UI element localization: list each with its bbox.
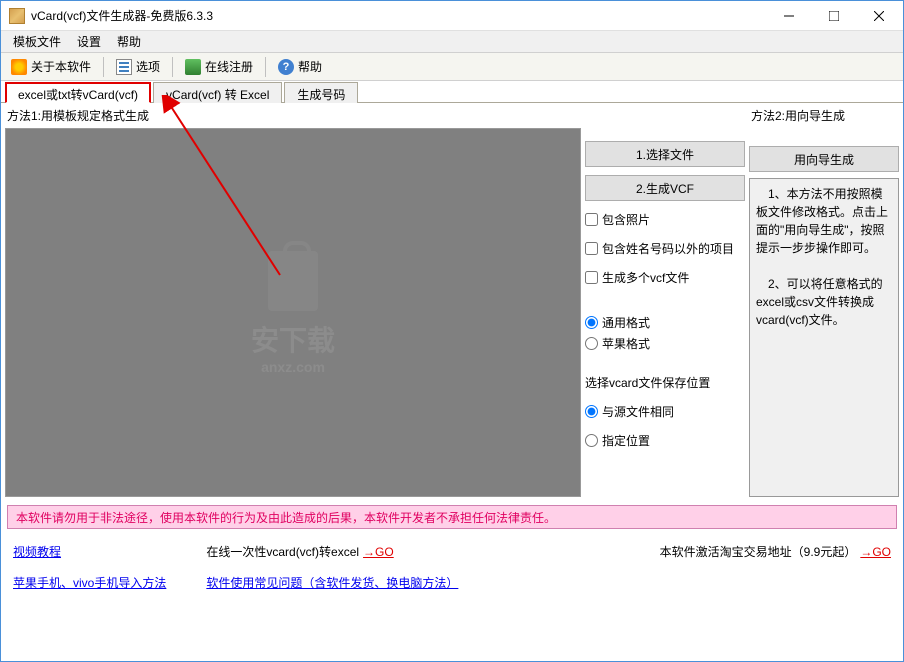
include-other-input[interactable] [585,242,598,255]
watermark-sub: anxz.com [251,359,335,375]
video-tutorial-link[interactable]: 视频教程 [13,543,166,560]
titlebar: vCard(vcf)文件生成器-免费版6.3.3 [1,1,903,31]
toolbar-register[interactable]: 在线注册 [179,56,259,77]
specified-location-input[interactable] [585,434,598,447]
menubar: 模板文件 设置 帮助 [1,31,903,53]
register-icon [185,59,201,75]
lock-icon [268,251,318,311]
actions-area: 1.选择文件 2.生成VCF 包含照片 包含姓名号码以外的项目 生成多个vcf文… [585,107,745,497]
include-photo-input[interactable] [585,213,598,226]
toolbar-about[interactable]: 关于本软件 [5,56,97,77]
toolbar: 关于本软件 选项 在线注册 ? 帮助 [1,53,903,81]
window-controls [766,2,901,30]
window-title: vCard(vcf)文件生成器-免费版6.3.3 [31,7,766,24]
import-guide-link[interactable]: 苹果手机、vivo手机导入方法 [13,574,166,591]
method1-area: 方法1:用模板规定格式生成 安下载 anxz.com [5,107,581,497]
same-as-source-input[interactable] [585,405,598,418]
tab-generate-number[interactable]: 生成号码 [284,82,358,103]
select-file-button[interactable]: 1.选择文件 [585,141,745,167]
preview-box: 安下载 anxz.com [5,128,581,497]
app-icon [9,8,25,24]
multi-vcf-label: 生成多个vcf文件 [602,269,689,286]
tabs: excel或txt转vCard(vcf) vCard(vcf) 转 Excel … [1,81,903,103]
warning-bar: 本软件请勿用于非法途径，使用本软件的行为及由此造成的后果，本软件开发者不承担任何… [7,505,897,529]
close-button[interactable] [856,2,901,30]
link-col-1: 视频教程 苹果手机、vivo手机导入方法 [13,543,166,591]
menu-template[interactable]: 模板文件 [5,31,69,52]
save-location-label: 选择vcard文件保存位置 [585,374,745,391]
multi-vcf-input[interactable] [585,271,598,284]
wizard-description: 1、本方法不用按照模板文件修改格式。点击上面的"用向导生成"，按照提示一步步操作… [749,178,899,497]
bottom-links: 视频教程 苹果手机、vivo手机导入方法 在线一次性vcard(vcf)转exc… [1,533,903,601]
taobao-go[interactable]: →GO [860,545,891,559]
multi-vcf-checkbox[interactable]: 生成多个vcf文件 [585,267,745,288]
toolbar-about-label: 关于本软件 [31,58,91,75]
format-apple-label: 苹果格式 [602,335,650,352]
link-col-3: 本软件激活淘宝交易地址（9.9元起） →GO [660,543,891,591]
content-area: 方法1:用模板规定格式生成 安下载 anxz.com 1.选择文件 2.生成VC… [1,103,903,501]
link-col-2: 在线一次性vcard(vcf)转excel →GO 软件使用常见问题（含软件发货… [206,543,458,591]
watermark-text: 安下载 [251,319,335,359]
method2-area: 方法2:用向导生成 用向导生成 1、本方法不用按照模板文件修改格式。点击上面的"… [749,107,899,497]
about-icon [11,59,27,75]
separator [265,57,266,77]
format-general-input[interactable] [585,316,598,329]
online-convert-go[interactable]: →GO [363,545,394,559]
specified-location-label: 指定位置 [602,432,650,449]
include-photo-label: 包含照片 [602,211,650,228]
toolbar-options-label: 选项 [136,58,160,75]
separator [103,57,104,77]
separator [172,57,173,77]
generate-vcf-button[interactable]: 2.生成VCF [585,175,745,201]
tab-excel-to-vcard[interactable]: excel或txt转vCard(vcf) [5,82,151,103]
same-as-source-radio[interactable]: 与源文件相同 [585,401,745,422]
menu-help[interactable]: 帮助 [109,31,149,52]
online-convert-label: 在线一次性vcard(vcf)转excel [206,543,359,560]
include-other-label: 包含姓名号码以外的项目 [602,240,734,257]
wizard-button[interactable]: 用向导生成 [749,146,899,172]
format-group: 通用格式 苹果格式 [585,312,745,354]
format-apple-radio[interactable]: 苹果格式 [585,333,745,354]
toolbar-options[interactable]: 选项 [110,56,166,77]
options-icon [116,59,132,75]
watermark: 安下载 anxz.com [251,251,335,375]
specified-location-radio[interactable]: 指定位置 [585,430,745,451]
tab-vcard-to-excel[interactable]: vCard(vcf) 转 Excel [153,82,282,103]
method2-label: 方法2:用向导生成 [749,107,899,124]
toolbar-help-label: 帮助 [298,58,322,75]
method1-label: 方法1:用模板规定格式生成 [5,107,581,124]
format-apple-input[interactable] [585,337,598,350]
toolbar-register-label: 在线注册 [205,58,253,75]
faq-link[interactable]: 软件使用常见问题（含软件发货、换电脑方法） [206,574,458,591]
include-photo-checkbox[interactable]: 包含照片 [585,209,745,230]
menu-settings[interactable]: 设置 [69,31,109,52]
maximize-button[interactable] [811,2,856,30]
help-icon: ? [278,59,294,75]
same-as-source-label: 与源文件相同 [602,403,674,420]
taobao-label: 本软件激活淘宝交易地址（9.9元起） [660,543,857,560]
format-general-label: 通用格式 [602,314,650,331]
toolbar-help[interactable]: ? 帮助 [272,56,328,77]
format-general-radio[interactable]: 通用格式 [585,312,745,333]
include-other-checkbox[interactable]: 包含姓名号码以外的项目 [585,238,745,259]
minimize-button[interactable] [766,2,811,30]
